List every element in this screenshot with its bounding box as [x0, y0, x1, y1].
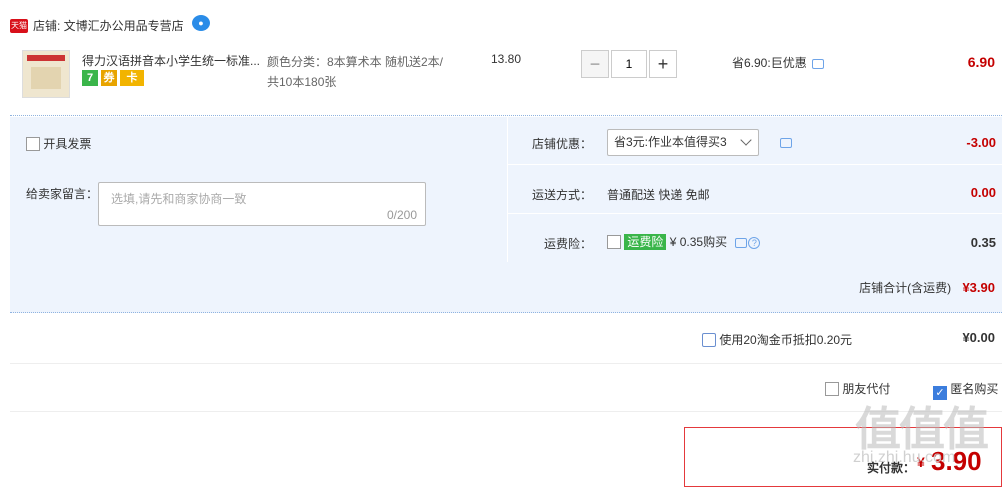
insurance-amount: 0.35: [970, 235, 996, 250]
quantity-input[interactable]: [611, 50, 647, 78]
coins-option[interactable]: 使用20淘金币抵扣0.20元: [702, 331, 852, 348]
insurance-label: 运费险：: [544, 237, 593, 251]
product-thumbnail[interactable]: [22, 50, 70, 98]
shop-header: 天猫 店铺: 文博汇办公用品专营店 ●: [0, 0, 1002, 40]
item-total: 6.90: [967, 54, 995, 70]
tmall-badge: 天猫: [10, 19, 28, 33]
chevron-down-icon: [740, 134, 752, 146]
friend-pay-checkbox[interactable]: [825, 382, 839, 396]
sku-line: 共10本180张: [267, 75, 337, 89]
right-column: 店铺优惠： 省3元:作业本值得买3 -3.00 运送方式： 普通配送 快递 免邮…: [507, 117, 1002, 262]
product-title[interactable]: 得力汉语拼音本小学生统一标准...: [82, 52, 262, 69]
shipping-row: 运送方式： 普通配送 快递 免邮 0.00: [508, 166, 1002, 214]
comment-icon[interactable]: [811, 59, 824, 69]
shop-discount-row: 店铺优惠： 省3元:作业本值得买3 -3.00: [508, 117, 1002, 165]
taobao-coins-row: 使用20淘金币抵扣0.20元 ¥0.00: [10, 314, 1002, 364]
shipping-label: 运送方式：: [532, 188, 593, 202]
promo-text: 省6.90:巨优惠: [732, 56, 807, 70]
insurance-tag: 运费险: [624, 234, 667, 250]
quantity-stepper: − +: [581, 50, 705, 78]
discount-label: 店铺优惠：: [532, 137, 593, 151]
pay-options-row: 朋友代付 ✓ 匿名购买: [10, 364, 1002, 412]
comment-icon[interactable]: [780, 138, 792, 148]
insurance-row: 运费险： 运费险 ¥ 0.35购买 ? 0.35: [508, 215, 1002, 262]
shop-total-label: 店铺合计(含运费): [859, 281, 952, 295]
help-icon[interactable]: ?: [748, 237, 761, 249]
unit-price: 13.80: [491, 52, 522, 66]
item-row: 得力汉语拼音本小学生统一标准... 7 券 卡 颜色分类：8本算术本 随机送2本…: [10, 40, 1002, 116]
message-label: 给卖家留言：: [26, 187, 99, 201]
shop-name-link[interactable]: 店铺: 文博汇办公用品专营店: [33, 17, 184, 34]
shop-total: 店铺合计(含运费) ¥3.90: [859, 279, 995, 296]
sku-info: 颜色分类：8本算术本 随机送2本/ 共10本180张: [267, 52, 457, 92]
invoice-option[interactable]: 开具发票: [26, 135, 91, 152]
message-char-count: 0/200: [386, 208, 417, 222]
discount-amount: -3.00: [966, 135, 996, 150]
coins-checkbox[interactable]: [702, 333, 716, 347]
promo-info: 省6.90:巨优惠: [732, 54, 824, 71]
insurance-checkbox[interactable]: [607, 235, 621, 249]
coins-amount: ¥0.00: [962, 330, 995, 345]
shipping-amount: 0.00: [970, 185, 996, 200]
shipping-method: 普通配送 快递 免邮: [607, 188, 710, 202]
wangwang-chat-icon[interactable]: ●: [192, 15, 210, 31]
comment-icon[interactable]: [735, 238, 748, 248]
watermark-site: zhi.zhi.hu.com: [853, 449, 956, 466]
shop-total-amount: ¥3.90: [962, 280, 995, 295]
quantity-minus-button[interactable]: −: [581, 50, 609, 78]
discount-selected: 省3元:作业本值得买3: [614, 135, 727, 149]
card-pay-icon: 卡: [120, 70, 144, 86]
seven-day-return-icon: 7: [82, 70, 98, 86]
message-placeholder: 选填,请先和商家协商一致: [111, 192, 247, 206]
coins-label: 使用20淘金币抵扣0.20元: [719, 333, 853, 347]
order-options: 开具发票 给卖家留言： 选填,请先和商家协商一致 0/200 店铺优惠： 省3元…: [10, 117, 1002, 313]
sku-line: 颜色分类：8本算术本 随机送2本/: [267, 55, 444, 69]
left-column: 开具发票 给卖家留言： 选填,请先和商家协商一致 0/200: [10, 117, 506, 262]
insurance-option[interactable]: 运费险 ¥ 0.35购买 ?: [607, 233, 761, 250]
discount-select[interactable]: 省3元:作业本值得买3: [607, 129, 759, 156]
insurance-price: ¥ 0.35购买: [669, 235, 728, 249]
quantity-plus-button[interactable]: +: [649, 50, 677, 78]
invoice-label: 开具发票: [43, 137, 92, 151]
coupon-icon: 券: [101, 70, 117, 86]
invoice-checkbox[interactable]: [26, 137, 40, 151]
seller-message-input[interactable]: 选填,请先和商家协商一致 0/200: [98, 182, 426, 226]
